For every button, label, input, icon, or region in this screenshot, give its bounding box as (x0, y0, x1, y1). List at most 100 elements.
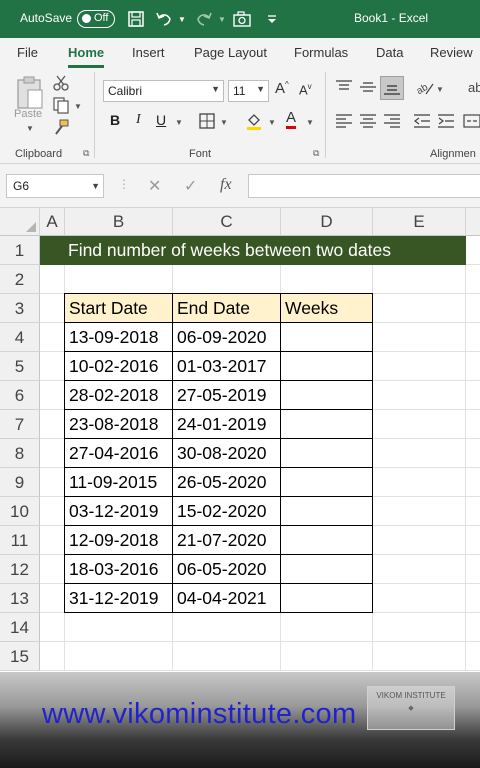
start-date-cell[interactable]: 13-09-2018 (65, 323, 173, 352)
row-header[interactable]: 15 (0, 642, 40, 671)
worksheet-grid[interactable]: A B C D E 1 2 3 4 5 6 7 8 9 10 11 12 13 14 15 Find num… (0, 208, 480, 672)
start-date-cell[interactable]: 10-02-2016 (65, 352, 173, 381)
fill-color-dropdown-icon[interactable]: ▼ (268, 118, 276, 127)
cut-icon[interactable] (52, 74, 70, 92)
sheet-title-banner[interactable]: Find number of weeks between two dates (40, 236, 466, 265)
column-header-a[interactable]: A (40, 208, 65, 236)
redo-dropdown-icon[interactable]: ▼ (218, 15, 226, 24)
copy-icon[interactable] (52, 96, 70, 114)
format-painter-icon[interactable] (52, 118, 70, 136)
column-header-e[interactable]: E (373, 208, 466, 236)
tab-data[interactable]: Data (376, 45, 403, 60)
end-date-cell[interactable]: 01-03-2017 (173, 352, 281, 381)
row-header[interactable]: 7 (0, 410, 40, 439)
underline-button[interactable]: U (156, 112, 166, 128)
select-all-button[interactable] (0, 208, 40, 236)
start-date-cell[interactable]: 12-09-2018 (65, 526, 173, 555)
paste-label[interactable]: Paste (14, 108, 42, 120)
bold-button[interactable]: B (110, 112, 120, 128)
row-header[interactable]: 13 (0, 584, 40, 613)
weeks-cell[interactable] (281, 584, 373, 613)
weeks-cell[interactable] (281, 381, 373, 410)
start-date-cell[interactable]: 18-03-2016 (65, 555, 173, 584)
row-header[interactable]: 2 (0, 265, 40, 294)
formula-input[interactable] (248, 174, 480, 198)
end-date-cell[interactable]: 21-07-2020 (173, 526, 281, 555)
name-box[interactable]: G6 ▼ (6, 174, 104, 198)
start-date-cell[interactable]: 11-09-2015 (65, 468, 173, 497)
align-left-icon[interactable] (334, 112, 354, 130)
decrease-font-size-button[interactable]: Av (299, 82, 312, 97)
row-header[interactable]: 11 (0, 526, 40, 555)
weeks-cell[interactable] (281, 468, 373, 497)
table-header-cell[interactable]: End Date (173, 294, 281, 323)
row-header[interactable]: 14 (0, 613, 40, 642)
row-header[interactable]: 1 (0, 236, 40, 265)
insert-function-button[interactable]: fx (220, 176, 232, 194)
save-icon[interactable] (126, 9, 146, 29)
increase-font-size-button[interactable]: A^ (275, 80, 289, 97)
orientation-dropdown-icon[interactable]: ▼ (436, 85, 444, 94)
clipboard-launcher-icon[interactable]: ⧉ (83, 148, 89, 159)
orientation-icon[interactable]: ab (414, 78, 436, 98)
weeks-cell[interactable] (281, 352, 373, 381)
end-date-cell[interactable]: 06-05-2020 (173, 555, 281, 584)
column-header-f[interactable] (466, 208, 480, 236)
weeks-cell[interactable] (281, 526, 373, 555)
fill-color-icon[interactable] (244, 111, 264, 131)
align-center-icon[interactable] (358, 112, 378, 130)
start-date-cell[interactable]: 03-12-2019 (65, 497, 173, 526)
column-header-d[interactable]: D (281, 208, 373, 236)
paste-dropdown-icon[interactable]: ▼ (26, 124, 34, 133)
start-date-cell[interactable]: 23-08-2018 (65, 410, 173, 439)
tab-page-layout[interactable]: Page Layout (194, 45, 267, 60)
bottom-align-button[interactable] (380, 76, 404, 100)
confirm-entry-button[interactable]: ✓ (184, 176, 197, 196)
copy-dropdown-icon[interactable]: ▼ (74, 102, 82, 111)
end-date-cell[interactable]: 30-08-2020 (173, 439, 281, 468)
borders-dropdown-icon[interactable]: ▼ (220, 118, 228, 127)
end-date-cell[interactable]: 15-02-2020 (173, 497, 281, 526)
middle-align-icon[interactable] (358, 78, 378, 96)
start-date-cell[interactable]: 28-02-2018 (65, 381, 173, 410)
row-header[interactable]: 12 (0, 555, 40, 584)
end-date-cell[interactable]: 24-01-2019 (173, 410, 281, 439)
top-align-icon[interactable] (334, 78, 354, 96)
weeks-cell[interactable] (281, 439, 373, 468)
table-header-cell[interactable]: Weeks (281, 294, 373, 323)
camera-icon[interactable] (232, 9, 252, 29)
wrap-text-icon[interactable]: ab (468, 80, 480, 95)
align-right-icon[interactable] (382, 112, 402, 130)
end-date-cell[interactable]: 27-05-2019 (173, 381, 281, 410)
customize-qat-icon[interactable] (262, 9, 282, 29)
column-header-b[interactable]: B (65, 208, 173, 236)
tab-insert[interactable]: Insert (132, 45, 165, 60)
font-color-dropdown-icon[interactable]: ▼ (306, 118, 314, 127)
font-color-button[interactable]: A (286, 110, 297, 129)
weeks-cell[interactable] (281, 410, 373, 439)
autosave-toggle[interactable]: Off (77, 10, 115, 28)
italic-button[interactable]: I (136, 112, 141, 128)
end-date-cell[interactable]: 04-04-2021 (173, 584, 281, 613)
redo-icon[interactable] (194, 9, 214, 29)
row-header[interactable]: 9 (0, 468, 40, 497)
font-size-select[interactable]: 11 ▼ (228, 80, 269, 102)
row-header[interactable]: 4 (0, 323, 40, 352)
row-header[interactable]: 6 (0, 381, 40, 410)
borders-icon[interactable] (198, 112, 216, 130)
start-date-cell[interactable]: 27-04-2016 (65, 439, 173, 468)
tab-home[interactable]: Home (68, 45, 104, 60)
row-header[interactable]: 5 (0, 352, 40, 381)
font-name-select[interactable]: Calibri ▼ (103, 80, 224, 102)
merge-center-icon[interactable] (462, 112, 480, 130)
table-header-cell[interactable]: Start Date (65, 294, 173, 323)
underline-dropdown-icon[interactable]: ▼ (175, 118, 183, 127)
row-header[interactable]: 10 (0, 497, 40, 526)
undo-icon[interactable] (154, 9, 174, 29)
weeks-cell[interactable] (281, 323, 373, 352)
end-date-cell[interactable]: 26-05-2020 (173, 468, 281, 497)
column-header-c[interactable]: C (173, 208, 281, 236)
decrease-indent-icon[interactable] (412, 112, 432, 130)
tab-formulas[interactable]: Formulas (294, 45, 348, 60)
row-header[interactable]: 8 (0, 439, 40, 468)
